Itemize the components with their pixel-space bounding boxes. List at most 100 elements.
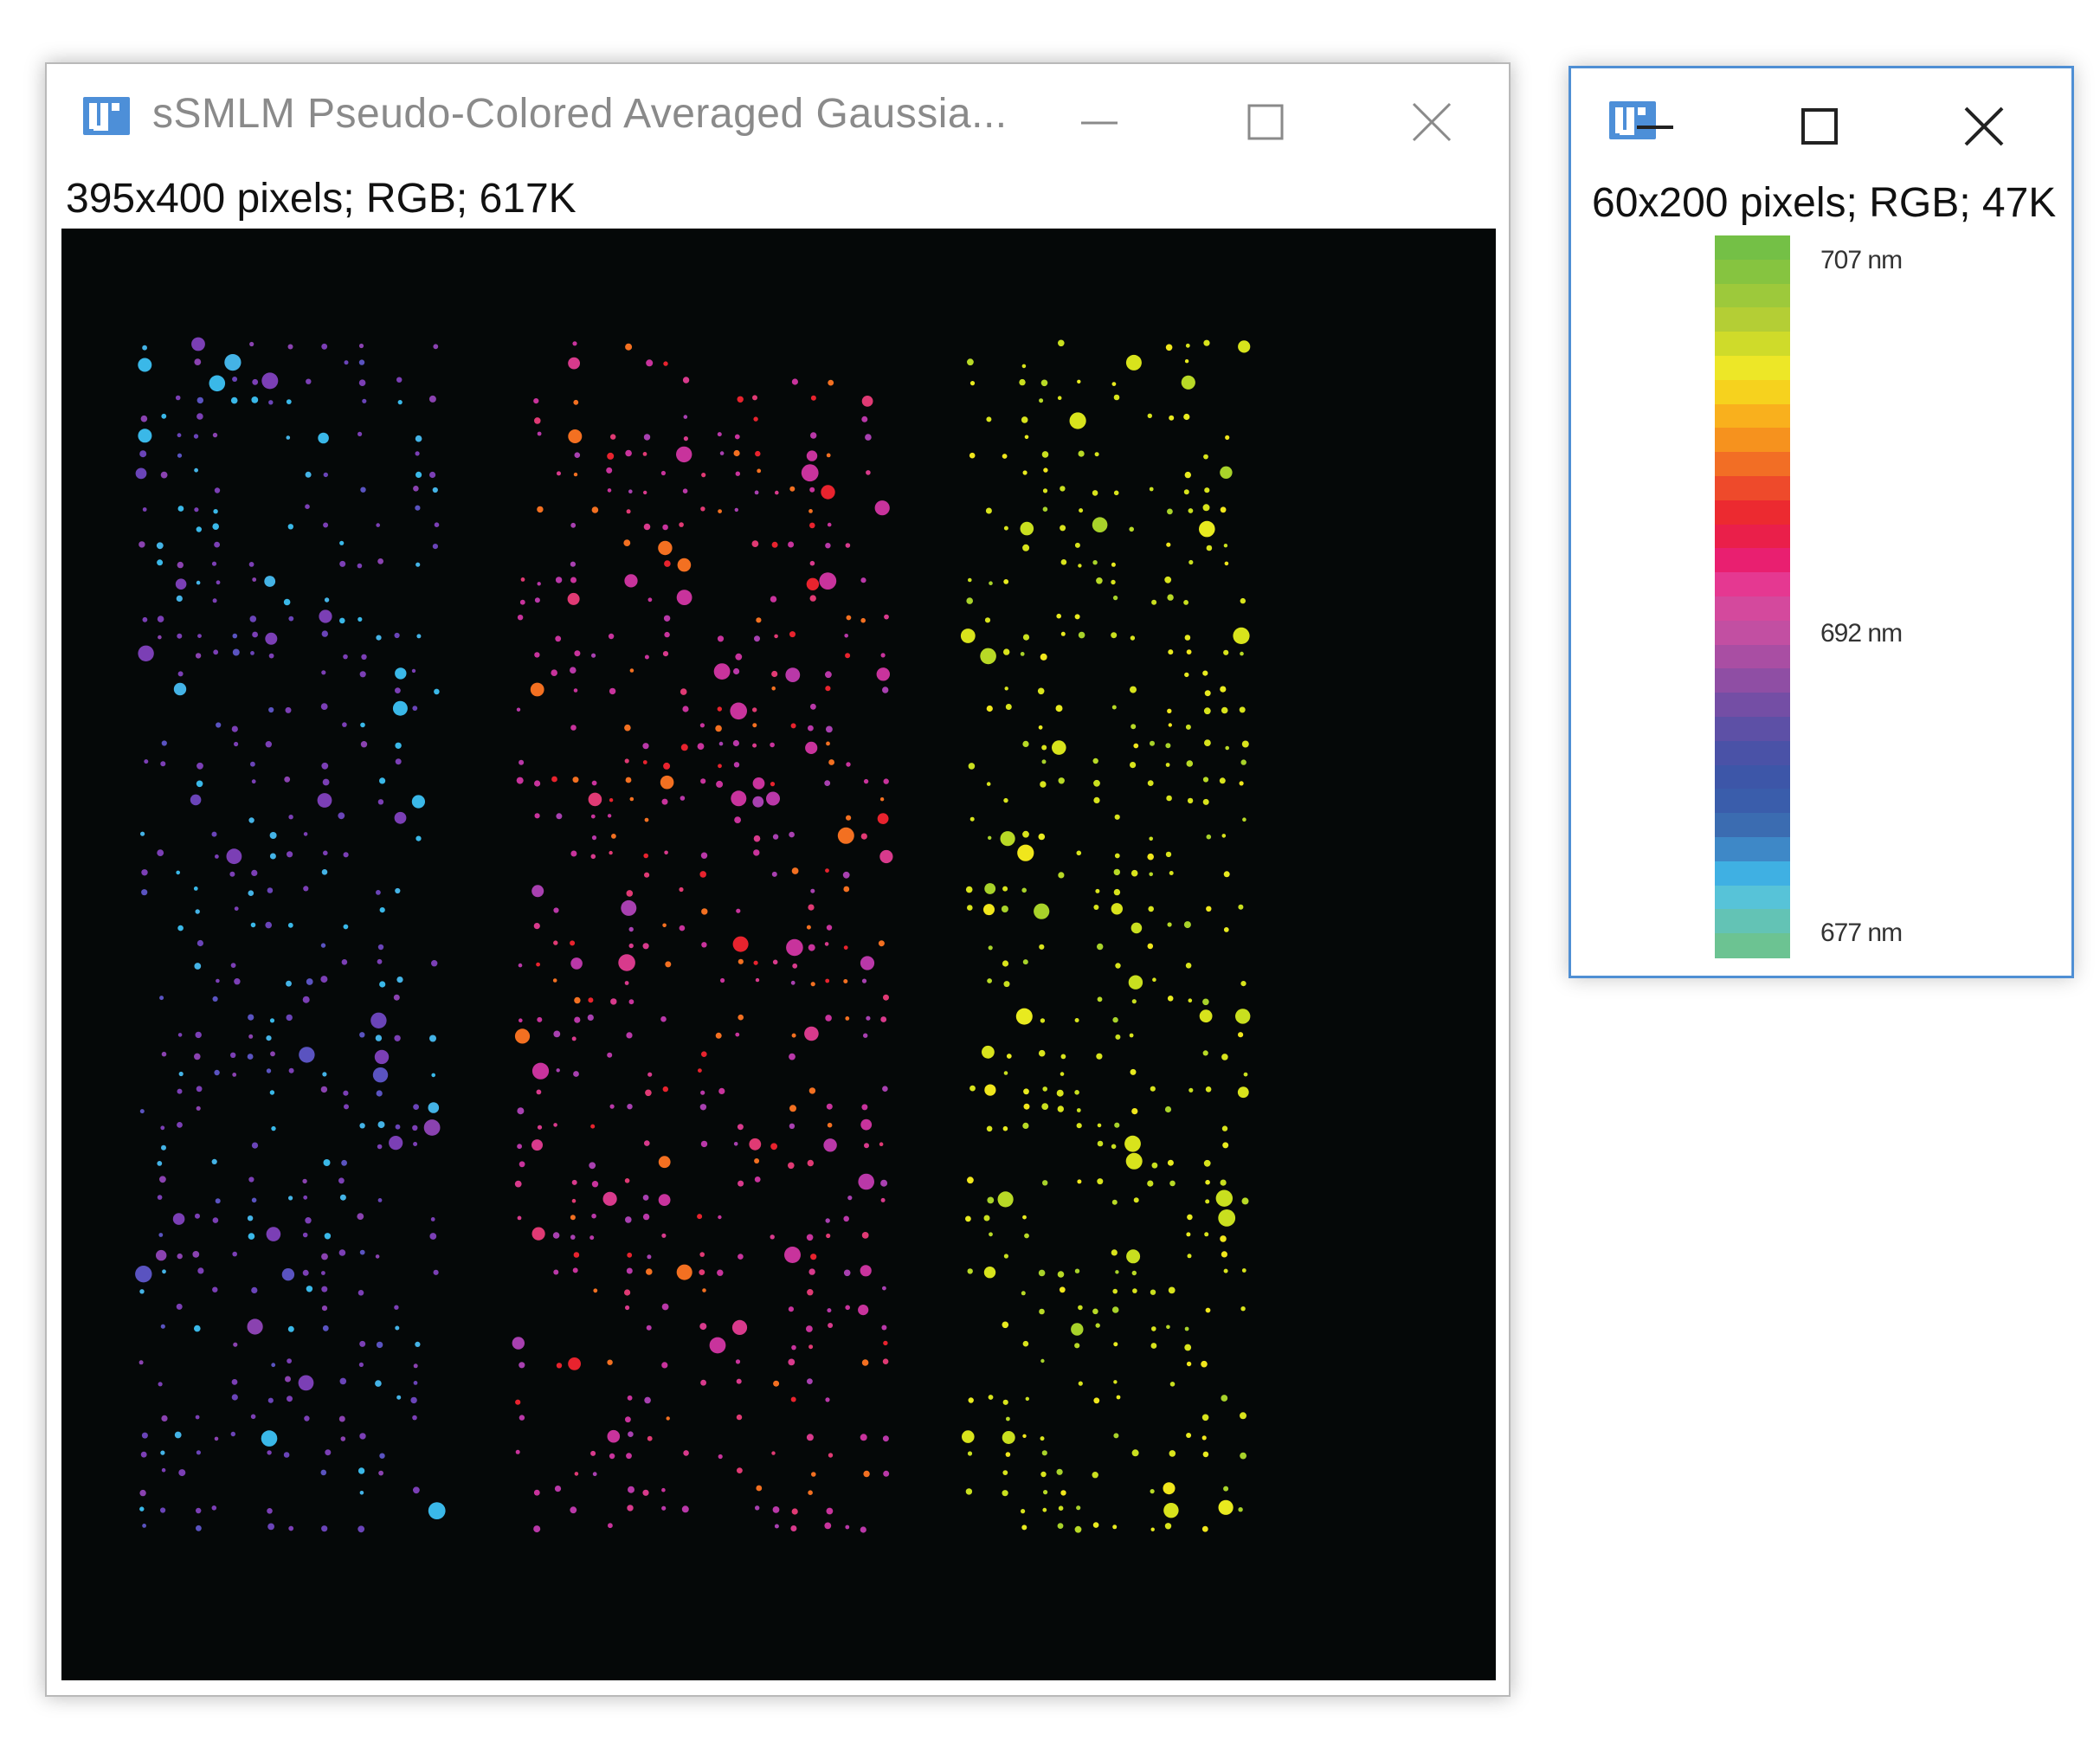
localization-dot [966,597,973,604]
localization-dot [1150,1489,1155,1494]
localization-dot [734,507,738,512]
localization-dot [771,1451,776,1455]
localization-dot [1111,705,1117,710]
localization-dot [265,921,272,929]
localization-dot [845,543,851,548]
localization-dot [320,943,326,948]
close-icon[interactable] [1393,83,1471,161]
localization-dot [269,1018,275,1023]
minimize-icon[interactable] [1060,83,1138,161]
localization-dot [412,1125,418,1131]
localization-dot [590,1124,596,1129]
localization-dot [1241,1197,1249,1205]
legend-titlebar[interactable] [1571,68,2071,172]
minimize-icon[interactable] [1616,87,1694,165]
localization-dot [515,1399,521,1405]
localization-dot [771,686,776,691]
localization-dot [588,792,602,807]
image-canvas[interactable] [61,229,1496,1680]
localization-dot [196,396,203,404]
localization-dot [1113,888,1121,896]
localization-dot [1039,398,1044,403]
localization-dot [358,616,363,622]
localization-dot [321,1305,328,1312]
localization-dot [1206,545,1213,551]
legend-window[interactable]: 60x200 pixels; RGB; 47K 707 nm 692 nm 67… [1569,66,2074,978]
localization-dot [570,561,577,567]
localization-dot [194,1325,201,1332]
localization-dot [324,1233,332,1240]
localization-dot [161,740,167,746]
localization-dot [749,1138,762,1151]
colorbar-tick-label: 677 nm [1820,919,1903,947]
localization-dot [845,1525,850,1530]
localization-dot [517,615,524,621]
localization-dot [567,592,580,605]
localization-dot [1130,762,1137,769]
localization-dot [250,761,255,767]
localization-dot [1039,944,1045,950]
localization-dot [735,1359,741,1364]
localization-dot [785,667,801,682]
localization-dot [1150,740,1155,746]
localization-dot [1221,1395,1228,1402]
localization-dot [216,978,220,983]
localization-dot [826,725,833,733]
localization-dot [195,1213,200,1219]
localization-dot [734,434,740,440]
localization-dot [322,778,330,786]
localization-dot [770,1235,775,1240]
localization-dot [395,667,407,680]
localization-dot [1147,780,1154,786]
localization-dot [1025,1396,1030,1402]
localization-dot [234,906,239,911]
localization-dot [323,472,328,478]
maximize-icon[interactable] [1227,83,1304,161]
localization-dot [682,488,688,493]
localization-dot [359,1491,364,1495]
localization-dot [1149,487,1154,492]
localization-dot [882,1086,888,1092]
localization-dot [882,1435,889,1442]
localization-dot [139,1506,145,1512]
localization-dot [1041,745,1047,751]
localization-dot [788,1306,795,1312]
localization-dot [555,577,563,583]
localization-dot [1233,627,1250,644]
localization-dot [662,923,667,928]
localization-dot [752,796,764,808]
maximize-icon[interactable] [1781,87,1858,165]
localization-dot [343,1090,349,1096]
localization-dot [1183,600,1188,605]
localization-dot [1235,1009,1251,1024]
localization-dot [771,541,778,548]
close-icon[interactable] [1945,87,2023,165]
localization-dot [680,744,688,751]
localization-dot [791,1033,796,1038]
localization-dot [700,1090,705,1095]
localization-dot [1111,1144,1117,1150]
localization-dot [191,337,205,351]
localization-dot [1019,378,1026,386]
localization-dot [320,1469,327,1476]
localization-dot [809,595,816,602]
localization-dot [611,834,616,839]
localization-dot [338,1249,346,1256]
colorbar-segment [1715,332,1790,357]
localization-dot [283,598,291,606]
localization-dot [232,648,240,656]
localization-dot [1078,450,1085,457]
localization-dot [261,1430,278,1447]
localization-dot [1130,686,1137,693]
localization-dot [1203,1159,1211,1167]
localization-dot [1130,635,1136,641]
localization-dot [413,1381,418,1385]
localization-dot [1060,1490,1066,1496]
main-titlebar[interactable]: sSMLM Pseudo-Colored Averaged Gaussia... [47,64,1509,168]
localization-dot [1002,454,1008,459]
localization-dot [216,722,222,728]
localization-dot [1057,1106,1065,1112]
main-image-window[interactable]: sSMLM Pseudo-Colored Averaged Gaussia...… [45,62,1511,1697]
localization-dot [393,994,400,1001]
localization-dot [319,609,332,623]
